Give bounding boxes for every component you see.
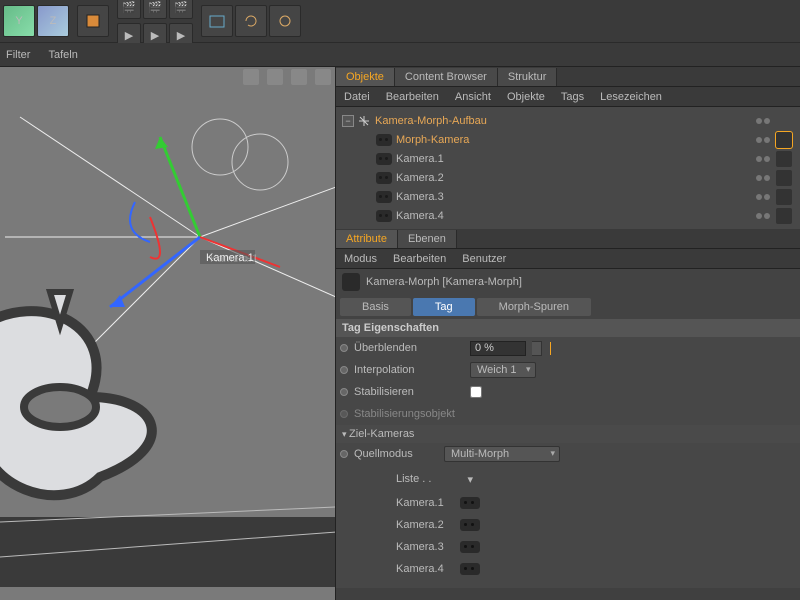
sub-toolbar: Filter Tafeln <box>0 43 800 67</box>
camera-list: Liste . . ▾ Kamera.1 Kamera.2 Kamera.3 K… <box>336 465 800 588</box>
camera-icon <box>376 172 392 184</box>
list-item[interactable]: Kamera.1 <box>396 492 800 514</box>
attribute-subtabs: Basis Tag Morph-Spuren <box>336 295 800 319</box>
camera-icon <box>376 153 392 165</box>
list-item[interactable]: Kamera.3 <box>396 536 800 558</box>
text-cursor <box>550 342 551 355</box>
axis-z-button[interactable]: Z <box>37 5 69 37</box>
tree-row-root[interactable]: − Kamera-Morph-Aufbau <box>336 111 800 130</box>
object-tree: − Kamera-Morph-Aufbau Morph-Kamera Kamer… <box>336 107 800 229</box>
object-panel-menu: Datei Bearbeiten Ansicht Objekte Tags Le… <box>336 87 800 107</box>
tree-row-kamera2[interactable]: Kamera.2 <box>336 168 800 187</box>
clapper-1-icon[interactable]: 🎬 <box>117 0 141 19</box>
tab-attribute[interactable]: Attribute <box>336 230 398 248</box>
clapper-3-icon[interactable]: 🎬 <box>169 0 193 19</box>
menu-objekte[interactable]: Objekte <box>507 91 545 103</box>
menu-benutzer[interactable]: Benutzer <box>462 253 506 265</box>
stabilisieren-checkbox[interactable] <box>470 386 482 398</box>
main-toolbar: Y Z 🎬 🎬 🎬 ▶ ▶ ▶ <box>0 0 800 43</box>
box-button[interactable] <box>201 5 233 37</box>
clapper-2-icon[interactable]: 🎬 <box>143 0 167 19</box>
anim-dot[interactable] <box>340 450 348 458</box>
attribute-panel-tabs: Attribute Ebenen <box>336 229 800 249</box>
menu-tags[interactable]: Tags <box>561 91 584 103</box>
vp-icon-2[interactable] <box>267 69 283 85</box>
camera-icon <box>376 191 392 203</box>
menu-ansicht[interactable]: Ansicht <box>455 91 491 103</box>
camera-icon <box>460 497 480 509</box>
prop-quellmodus: Quellmodus Multi-Morph <box>336 443 800 465</box>
prop-stabilisieren: Stabilisieren <box>336 381 800 403</box>
prop-stabobj: Stabilisierungsobjekt <box>336 403 800 425</box>
vp-icon-1[interactable] <box>243 69 259 85</box>
attribute-panel-menu: Modus Bearbeiten Benutzer <box>336 249 800 269</box>
subtab-morph-spuren[interactable]: Morph-Spuren <box>477 298 591 316</box>
tree-collapse-icon[interactable]: − <box>342 115 354 127</box>
subtab-basis[interactable]: Basis <box>340 298 411 316</box>
tab-ebenen[interactable]: Ebenen <box>398 230 457 248</box>
menu-lesezeichen[interactable]: Lesezeichen <box>600 91 662 103</box>
tag-icon[interactable] <box>776 170 792 186</box>
menu-bearbeiten[interactable]: Bearbeiten <box>386 91 439 103</box>
morph-tag-icon <box>342 273 360 291</box>
camera-icon <box>460 519 480 531</box>
viewport-scene: Kamera.1 Kamera.1 <box>0 67 336 587</box>
liste-label: Liste . . <box>396 473 431 486</box>
tag-icon[interactable] <box>776 151 792 167</box>
prop-ueberblenden: Überblenden <box>336 337 800 359</box>
vp-icon-3[interactable] <box>291 69 307 85</box>
tree-row-kamera3[interactable]: Kamera.3 <box>336 187 800 206</box>
tag-properties-header: Tag Eigenschaften <box>336 319 800 337</box>
attribute-object-title: Kamera-Morph [Kamera-Morph] <box>336 269 800 295</box>
vp-icon-4[interactable] <box>315 69 331 85</box>
camera-icon <box>376 134 392 146</box>
null-icon <box>357 114 371 128</box>
tab-content-browser[interactable]: Content Browser <box>395 68 498 86</box>
tafeln-menu[interactable]: Tafeln <box>48 49 77 61</box>
chevron-down-icon[interactable]: ▾ <box>467 473 473 486</box>
ueberblenden-input[interactable] <box>470 341 526 356</box>
object-panel-tabs: Objekte Content Browser Struktur <box>336 67 800 87</box>
anim-dot[interactable] <box>340 344 348 352</box>
axis-y-button[interactable]: Y <box>3 5 35 37</box>
tag-icon[interactable] <box>776 189 792 205</box>
spinner-icon[interactable] <box>532 341 542 356</box>
tree-label-morph[interactable]: Morph-Kamera <box>396 134 469 146</box>
tree-row-kamera4[interactable]: Kamera.4 <box>336 206 800 225</box>
menu-bearbeiten2[interactable]: Bearbeiten <box>393 253 446 265</box>
camera-icon <box>460 563 480 575</box>
tree-label-root[interactable]: Kamera-Morph-Aufbau <box>375 115 487 127</box>
subtab-tag[interactable]: Tag <box>413 298 475 316</box>
camera-icon <box>376 210 392 222</box>
refresh-button[interactable] <box>235 5 267 37</box>
list-item[interactable]: Kamera.4 <box>396 558 800 580</box>
ziel-kameras-header[interactable]: Ziel-Kameras <box>336 425 800 443</box>
anim-dot[interactable] <box>340 366 348 374</box>
tree-row-morph-kamera[interactable]: Morph-Kamera <box>336 130 800 149</box>
tag-icon-selected[interactable] <box>776 132 792 148</box>
camera-icon <box>460 541 480 553</box>
anim-dot[interactable] <box>340 388 348 396</box>
viewport-3d[interactable]: Kamera.1 Kamera.1 <box>0 67 336 600</box>
quellmodus-dropdown[interactable]: Multi-Morph <box>444 446 560 462</box>
svg-text:Kamera.1: Kamera.1 <box>206 252 254 264</box>
prop-interpolation: Interpolation Weich 1 <box>336 359 800 381</box>
interpolation-dropdown[interactable]: Weich 1 <box>470 362 536 378</box>
tree-row-kamera1[interactable]: Kamera.1 <box>336 149 800 168</box>
tag-properties: Tag Eigenschaften Überblenden Interpolat… <box>336 319 800 588</box>
menu-datei[interactable]: Datei <box>344 91 370 103</box>
menu-modus[interactable]: Modus <box>344 253 377 265</box>
tag-icon[interactable] <box>776 208 792 224</box>
filter-menu[interactable]: Filter <box>6 49 30 61</box>
anim-dot <box>340 410 348 418</box>
tab-objekte[interactable]: Objekte <box>336 68 395 86</box>
tab-struktur[interactable]: Struktur <box>498 68 558 86</box>
tool-button[interactable] <box>269 5 301 37</box>
list-item[interactable]: Kamera.2 <box>396 514 800 536</box>
cube-button[interactable] <box>77 5 109 37</box>
